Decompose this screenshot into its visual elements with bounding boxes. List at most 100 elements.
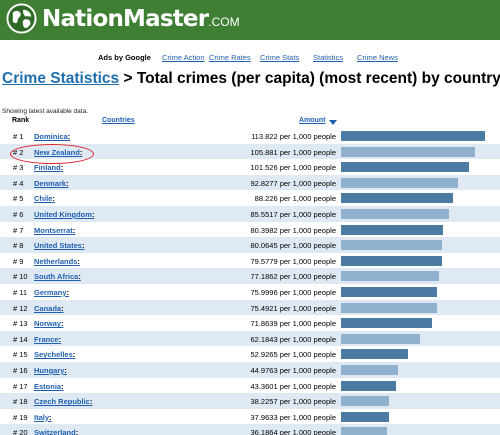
country-colon: : xyxy=(64,365,67,375)
country-link[interactable]: Dominica: xyxy=(34,132,70,141)
country-name: Chile xyxy=(34,194,53,204)
country-link[interactable]: Finland: xyxy=(34,163,63,172)
sort-descending-icon[interactable] xyxy=(329,120,337,125)
value-bar xyxy=(341,411,389,422)
amount-cell: 44.9763 per 1,000 people xyxy=(250,365,337,375)
country-colon: : xyxy=(67,132,71,141)
country-link[interactable]: United Kingdom: xyxy=(34,210,94,219)
rank-cell: # 5 xyxy=(13,194,24,204)
ranking-table: # 1 Dominica: 113.822 per 1,000 people # 2N… xyxy=(0,128,500,435)
country-name: Montserrat xyxy=(34,225,73,235)
country-name: Canada xyxy=(34,303,62,313)
table-row: # 16 Hungary: 44.9763 per 1,000 people xyxy=(0,361,500,378)
country-name: France xyxy=(34,334,59,344)
table-row: # 15 Seychelles: 52.9265 per 1,000 people xyxy=(0,346,500,362)
rank-cell: # 8 xyxy=(13,241,24,251)
country-colon: : xyxy=(72,225,76,235)
country-link[interactable]: Hungary: xyxy=(34,366,67,375)
country-link[interactable]: Estonia: xyxy=(34,382,64,391)
breadcrumb-crime-statistics[interactable]: Crime Statistics xyxy=(2,70,119,87)
rank-cell: # 4 xyxy=(13,178,24,188)
column-header-amount[interactable]: Amount xyxy=(299,117,325,124)
country-link[interactable]: Seychelles: xyxy=(34,350,75,359)
rank-cell: # 12 xyxy=(13,303,28,313)
ad-link-crime-rates[interactable]: Crime Rates xyxy=(209,53,251,62)
value-bar xyxy=(341,333,420,344)
country-link[interactable]: Switzerland: xyxy=(34,428,78,435)
amount-cell: 37.9633 per 1,000 people xyxy=(250,412,337,422)
amount-cell: 80.3982 per 1,000 people xyxy=(250,225,337,235)
country-colon: : xyxy=(72,350,76,360)
table-row: # 6 United Kingdom: 85.5517 per 1,000 peop… xyxy=(0,205,500,222)
amount-cell: 75.4921 per 1,000 people xyxy=(250,303,337,313)
table-row: # 11 Germany: 75.9996 per 1,000 people xyxy=(0,284,500,300)
value-bar xyxy=(341,240,442,251)
ad-link-crime-action[interactable]: Crime Action xyxy=(162,53,205,62)
highlight-circle-annotation xyxy=(10,144,94,164)
country-name: South Africa xyxy=(34,272,79,282)
rank-cell: # 20 xyxy=(13,428,28,435)
rank-cell: # 19 xyxy=(13,412,28,422)
country-link[interactable]: Netherlands: xyxy=(34,257,80,266)
country-link[interactable]: Canada: xyxy=(34,304,64,313)
country-name: Italy xyxy=(34,412,50,422)
amount-cell: 80.0645 per 1,000 people xyxy=(250,241,337,251)
value-bar xyxy=(341,364,398,375)
amount-cell: 85.5517 per 1,000 people xyxy=(250,209,337,219)
country-link[interactable]: South Africa: xyxy=(34,272,81,281)
country-link[interactable]: Germany: xyxy=(34,288,69,297)
value-bar xyxy=(341,193,453,204)
page-title: Crime Statistics > Total crimes (per cap… xyxy=(2,70,500,88)
value-bar xyxy=(341,380,396,391)
country-colon: : xyxy=(77,256,80,266)
value-bar xyxy=(341,318,432,329)
value-bar xyxy=(341,302,437,313)
rank-cell: # 14 xyxy=(13,334,28,344)
country-link[interactable]: Norway: xyxy=(34,319,64,328)
country-colon: : xyxy=(91,209,95,219)
value-bar xyxy=(341,255,442,266)
rank-cell: # 3 xyxy=(13,163,24,173)
value-bar xyxy=(341,162,469,173)
value-bar xyxy=(341,208,449,219)
ad-link-crime-news[interactable]: Crime News xyxy=(357,53,398,62)
country-colon: : xyxy=(49,412,52,422)
column-header-countries[interactable]: Countries xyxy=(102,117,135,124)
table-row: # 20 Switzerland: 36.1864 per 1,000 people xyxy=(0,424,500,435)
country-name: Denmark xyxy=(34,178,67,188)
country-link[interactable]: Montserrat: xyxy=(34,226,75,235)
table-row: # 5 Chile: 88.226 per 1,000 people xyxy=(0,190,500,206)
country-name: United States xyxy=(34,241,82,251)
country-link[interactable]: Denmark: xyxy=(34,179,69,188)
country-colon: : xyxy=(78,272,81,282)
country-name: United Kingdom xyxy=(34,209,92,219)
country-colon: : xyxy=(66,178,69,188)
value-bar xyxy=(341,131,485,141)
country-link[interactable]: Czech Republic: xyxy=(34,397,92,406)
country-link[interactable]: France: xyxy=(34,335,61,344)
value-bar xyxy=(341,396,389,407)
country-colon: : xyxy=(61,381,64,391)
ad-link-statistics[interactable]: Statistics xyxy=(313,53,343,62)
country-colon: : xyxy=(66,287,70,297)
rank-cell: # 17 xyxy=(13,381,28,391)
table-row: # 13 Norway: 71.8639 per 1,000 people xyxy=(0,315,500,331)
amount-cell: 71.8639 per 1,000 people xyxy=(250,319,337,329)
rank-cell: # 9 xyxy=(13,256,24,266)
country-link[interactable]: Chile: xyxy=(34,194,55,203)
table-row: # 9 Netherlands: 79.5779 per 1,000 people xyxy=(0,253,500,269)
country-link[interactable]: Italy: xyxy=(34,413,52,422)
table-row: # 17 Estonia: 43.3601 per 1,000 people xyxy=(0,378,500,394)
ad-link-crime-stats[interactable]: Crime Stats xyxy=(260,53,299,62)
ads-by-google-label[interactable]: Ads by Google xyxy=(98,53,151,62)
country-link[interactable]: United States: xyxy=(34,241,84,250)
page-title-text: > Total crimes (per capita) (most recent… xyxy=(119,70,500,87)
amount-cell: 62.1843 per 1,000 people xyxy=(250,334,337,344)
country-colon: : xyxy=(60,163,64,173)
table-row: # 1 Dominica: 113.822 per 1,000 people xyxy=(0,128,500,144)
country-name: Norway xyxy=(34,319,62,329)
amount-cell: 36.1864 per 1,000 people xyxy=(250,428,337,435)
value-bar xyxy=(341,224,443,235)
country-colon: : xyxy=(58,334,62,344)
site-logo[interactable]: NationMaster.COM xyxy=(42,5,240,36)
